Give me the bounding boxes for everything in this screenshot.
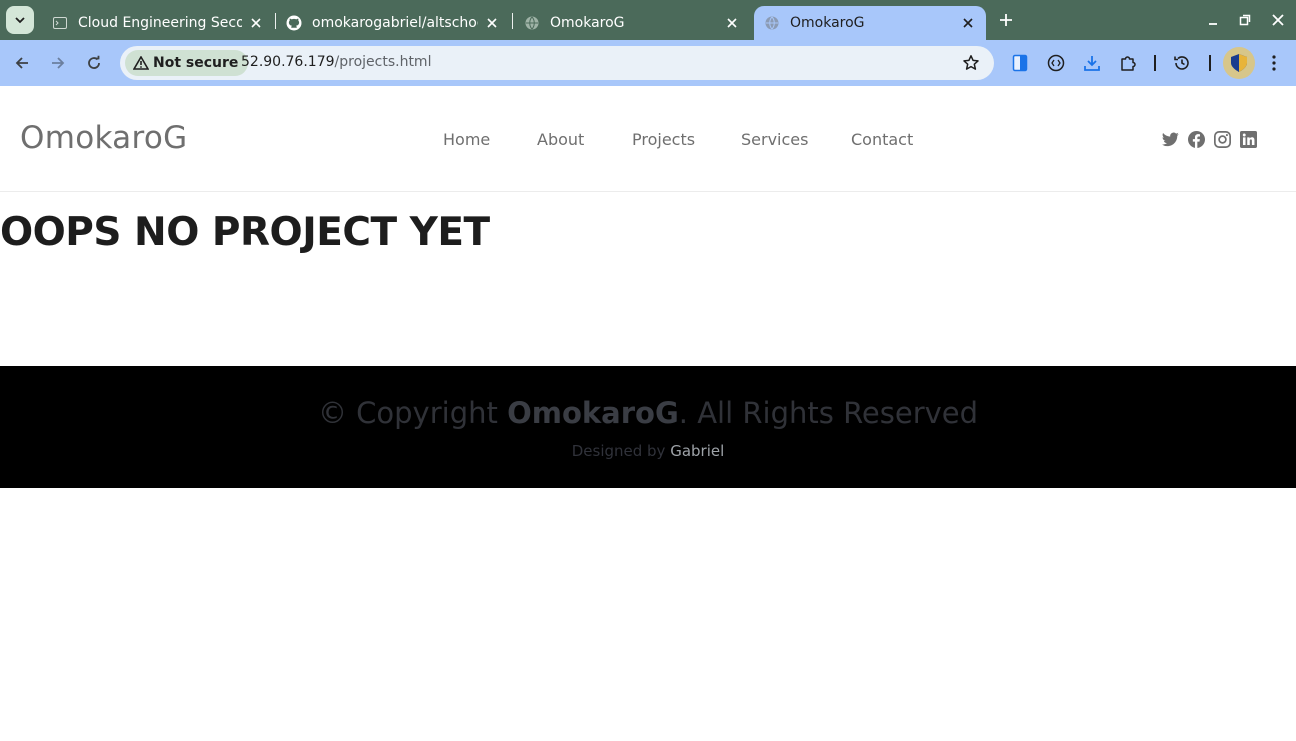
warning-icon [133, 56, 149, 70]
url-text[interactable]: 52.90.76.179/projects.html [241, 54, 431, 70]
close-icon[interactable] [484, 15, 500, 31]
extensions-button[interactable] [1117, 52, 1139, 74]
copyright-prefix: © Copyright [317, 396, 508, 430]
close-icon[interactable] [248, 15, 264, 31]
arrow-right-icon [52, 57, 65, 69]
designed-by-label: Designed by [571, 442, 671, 460]
maximize-button[interactable] [1233, 8, 1257, 32]
tab-divider [512, 13, 513, 29]
security-chip[interactable]: Not secure [125, 50, 249, 76]
tab-search-button[interactable] [6, 6, 34, 34]
reload-icon [88, 55, 100, 69]
site-header: OmokaroG Home About Projects Services Co… [0, 86, 1296, 192]
github-icon [286, 15, 302, 31]
site-footer: © Copyright OmokaroG. All Rights Reserve… [0, 366, 1296, 488]
browser-tab-strip: Cloud Engineering Secon omokarogabriel/a… [0, 0, 1296, 40]
nav-link-projects[interactable]: Projects [632, 130, 695, 149]
reload-button[interactable] [82, 51, 106, 75]
nav-link-services[interactable]: Services [741, 130, 808, 149]
reading-mode-button[interactable] [1009, 52, 1031, 74]
close-window-button[interactable] [1266, 8, 1290, 32]
nav-link-home[interactable]: Home [443, 130, 490, 149]
tab-cloud-engineering[interactable]: Cloud Engineering Secon [42, 6, 274, 40]
new-tab-button[interactable] [994, 8, 1018, 32]
designer-link[interactable]: Gabriel [670, 442, 724, 460]
nav-link-contact[interactable]: Contact [851, 130, 913, 149]
instagram-icon[interactable] [1213, 130, 1231, 148]
extension-button[interactable] [1045, 52, 1067, 74]
bookmark-star-icon[interactable] [962, 54, 980, 72]
profile-avatar[interactable] [1223, 47, 1255, 79]
tab-title: OmokaroG [790, 15, 865, 31]
copyright-brand: OmokaroG [507, 396, 679, 430]
copyright-text: © Copyright OmokaroG. All Rights Reserve… [0, 396, 1296, 430]
tab-title: Cloud Engineering Secon [78, 15, 242, 31]
kebab-menu-icon [1272, 55, 1276, 71]
minimize-button[interactable] [1201, 8, 1225, 32]
browser-toolbar: Not secure 52.90.76.179/projects.html [0, 40, 1296, 86]
close-icon[interactable] [724, 15, 740, 31]
facebook-icon[interactable] [1187, 130, 1205, 148]
history-icon [1174, 56, 1189, 70]
book-icon [1012, 54, 1028, 72]
history-button[interactable] [1171, 52, 1193, 74]
site-logo[interactable]: OmokaroG [20, 120, 187, 156]
copyright-suffix: . All Rights Reserved [678, 396, 979, 430]
linkedin-icon[interactable] [1239, 130, 1257, 148]
tab-title: OmokaroG [550, 15, 625, 31]
web-page: OmokaroG Home About Projects Services Co… [0, 86, 1296, 741]
terminal-icon [52, 15, 68, 31]
tab-github-repo[interactable]: omokarogabriel/altschoo [276, 6, 510, 40]
download-icon [1084, 56, 1100, 71]
twitter-icon[interactable] [1161, 130, 1179, 148]
avatar-icon [1231, 54, 1247, 72]
credits-text: Designed by Gabriel [0, 442, 1296, 460]
restore-icon [1239, 14, 1251, 26]
close-icon[interactable] [960, 15, 976, 31]
tab-title: omokarogabriel/altschoo [312, 15, 478, 31]
arrow-left-icon [15, 57, 28, 69]
globe-icon [764, 15, 780, 31]
forward-button[interactable] [46, 51, 70, 75]
address-bar[interactable]: Not secure 52.90.76.179/projects.html [120, 46, 994, 80]
minimize-icon [1209, 23, 1217, 25]
chevron-down-icon [15, 17, 25, 24]
tab-omokarog-1[interactable]: OmokaroG [514, 6, 750, 40]
close-icon [1272, 14, 1284, 26]
browser-menu-button[interactable] [1263, 52, 1285, 74]
plus-icon [1000, 14, 1012, 26]
puzzle-icon [1121, 56, 1136, 71]
globe-icon [524, 15, 540, 31]
toolbar-divider [1154, 55, 1156, 71]
tab-omokarog-active[interactable]: OmokaroG [754, 6, 986, 40]
nav-link-about[interactable]: About [537, 130, 584, 149]
toolbar-divider [1209, 55, 1211, 71]
back-button[interactable] [10, 51, 34, 75]
downloads-button[interactable] [1081, 52, 1103, 74]
url-path: /projects.html [334, 54, 432, 70]
code-circle-icon [1047, 54, 1065, 72]
url-host: 52.90.76.179 [241, 54, 335, 70]
page-heading: OOPS NO PROJECT YET [0, 210, 490, 255]
security-label: Not secure [153, 55, 239, 71]
